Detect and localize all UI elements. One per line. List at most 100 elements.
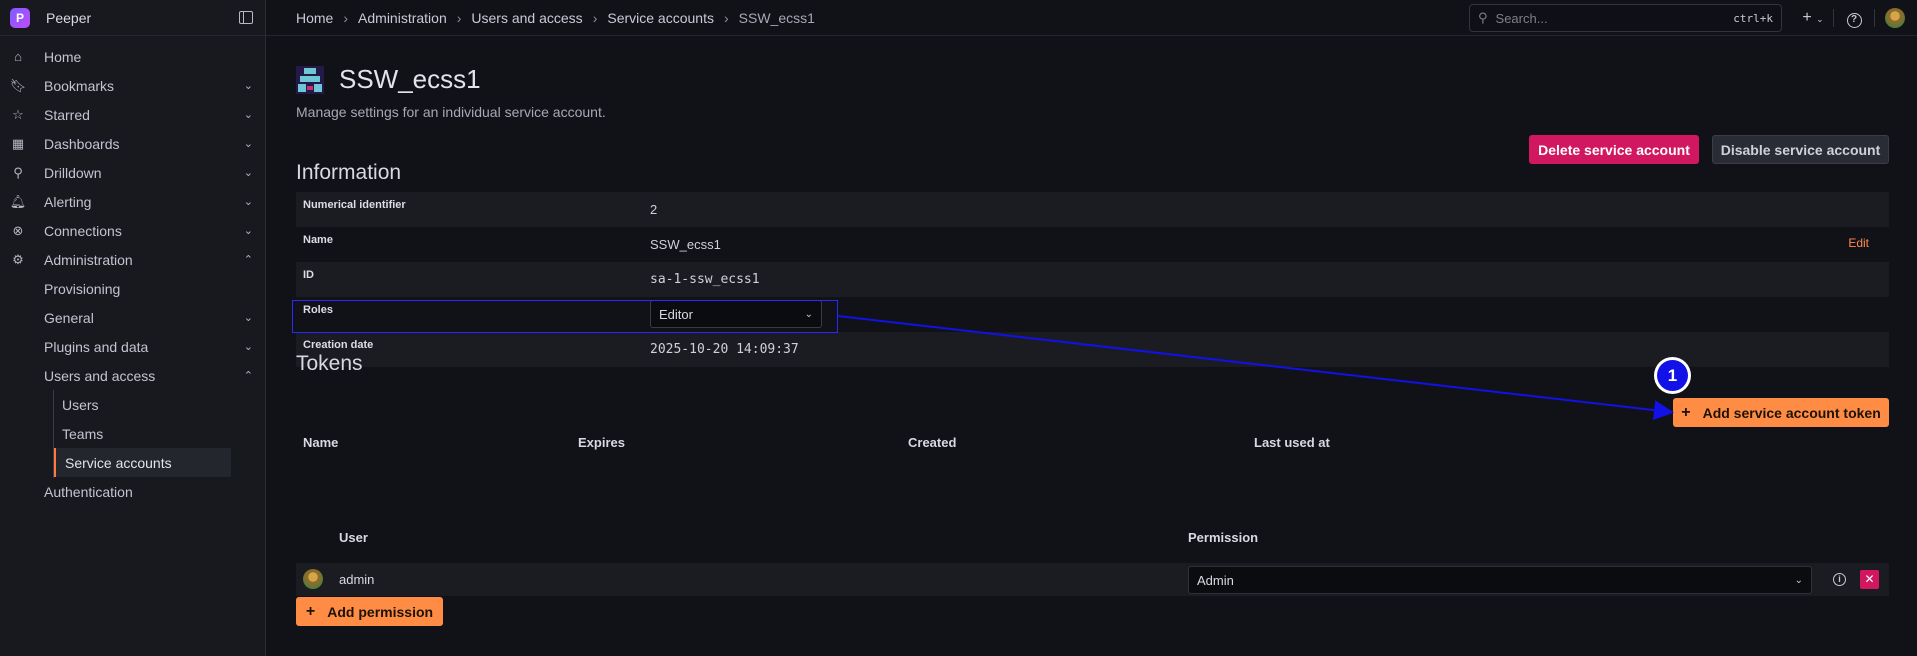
delete-service-account-button[interactable]: Delete service account	[1529, 135, 1699, 164]
info-label: ID	[303, 269, 314, 281]
service-account-avatar	[296, 65, 324, 94]
disable-service-account-button[interactable]: Disable service account	[1712, 135, 1889, 164]
tokens-heading: Tokens	[296, 352, 363, 375]
home-icon: ⌂	[14, 49, 22, 64]
info-value: sa-1-ssw_ecss1	[650, 272, 760, 287]
sidebar-item-home[interactable]: ⌂ Home	[0, 42, 265, 71]
sidebar-item-teams[interactable]: Teams	[0, 419, 265, 448]
info-value: 2	[650, 202, 658, 217]
sidebar-item-dashboards[interactable]: ▦ Dashboards ⌄	[0, 129, 265, 158]
sidebar-item-plugins-and-data[interactable]: Plugins and data ⌄	[0, 332, 265, 361]
chevron-down-icon[interactable]: ⌄	[244, 79, 253, 92]
sidebar-item-label: Alerting	[44, 193, 92, 210]
page-header: SSW_ecss1	[296, 64, 481, 95]
sidebar-item-label: Bookmarks	[44, 77, 115, 94]
sidebar-item-general[interactable]: General ⌄	[0, 303, 265, 332]
app-name: Peeper	[46, 9, 92, 26]
sidebar-item-users[interactable]: Users	[0, 390, 265, 419]
info-row-numerical-id: Numerical identifier 2	[296, 192, 1889, 227]
chevron-down-icon[interactable]: ⌄	[244, 311, 253, 324]
sidebar: P Peeper ⌂ Home 🔖︎ Bookmarks ⌄ ☆ Starred…	[0, 0, 266, 656]
chevron-up-icon[interactable]: ⌃	[244, 369, 253, 382]
breadcrumb-separator-icon: ›	[343, 9, 349, 26]
info-label: Name	[303, 234, 333, 246]
breadcrumb-users-and-access[interactable]: Users and access	[471, 10, 582, 26]
info-icon[interactable]: i	[1833, 573, 1846, 586]
column-header-last-used: Last used at	[1254, 435, 1330, 450]
sidebar-item-label: General	[44, 309, 94, 326]
sidebar-item-label: Service accounts	[65, 454, 172, 471]
add-permission-button[interactable]: + Add permission	[296, 597, 443, 626]
info-label: Creation date	[303, 339, 374, 351]
breadcrumb-administration[interactable]: Administration	[358, 10, 447, 26]
permission-select[interactable]: Admin ⌄	[1188, 566, 1812, 594]
add-service-account-token-button[interactable]: + Add service account token	[1673, 398, 1889, 427]
main-content: SSW_ecss1 Manage settings for an individ…	[266, 36, 1917, 656]
breadcrumb-separator-icon: ›	[723, 9, 729, 26]
column-header-permission: Permission	[1188, 530, 1259, 545]
dock-menu-icon[interactable]	[239, 11, 253, 24]
role-select[interactable]: Editor ⌄	[650, 300, 822, 328]
info-label: Roles	[303, 304, 333, 316]
user-avatar[interactable]	[1885, 8, 1905, 28]
info-label: Numerical identifier	[303, 199, 406, 211]
remove-permission-button[interactable]: ✕	[1860, 570, 1879, 589]
breadcrumb: Home › Administration › Users and access…	[296, 10, 815, 26]
sidebar-item-label: Teams	[62, 425, 104, 442]
sidebar-item-starred[interactable]: ☆ Starred ⌄	[0, 100, 265, 129]
sidebar-item-label: Administration	[44, 251, 133, 268]
sidebar-item-label: Provisioning	[44, 280, 121, 297]
sidebar-item-connections[interactable]: ⊗ Connections ⌄	[0, 216, 265, 245]
sidebar-item-authentication[interactable]: Authentication	[0, 477, 265, 506]
sidebar-item-label: Authentication	[44, 483, 133, 500]
add-token-label: Add service account token	[1702, 404, 1881, 421]
chevron-down-icon[interactable]: ⌄	[244, 166, 253, 179]
nav-menu: ⌂ Home 🔖︎ Bookmarks ⌄ ☆ Starred ⌄ ▦ Dash…	[0, 36, 265, 506]
help-button[interactable]: ?	[1834, 9, 1874, 28]
sidebar-item-label: Users and access	[44, 367, 156, 384]
column-header-name: Name	[303, 435, 339, 450]
breadcrumb-home[interactable]: Home	[296, 10, 333, 26]
edit-name-button[interactable]: Edit	[1848, 236, 1869, 250]
add-permission-label: Add permission	[327, 603, 434, 620]
table-row: admin Admin ⌄ i ✕	[296, 563, 1889, 596]
sidebar-item-label: Drilldown	[44, 164, 102, 181]
search-input[interactable]: ⚲ Search... ctrl+k	[1469, 4, 1782, 32]
chevron-down-icon: ⌄	[804, 308, 813, 320]
search-icon: ⚲	[1478, 10, 1488, 25]
sidebar-item-service-accounts[interactable]: Service accounts	[53, 448, 231, 477]
sidebar-item-alerting[interactable]: 🔔︎ Alerting ⌄	[0, 187, 265, 216]
sidebar-item-label: Connections	[44, 222, 122, 239]
sidebar-item-users-and-access[interactable]: Users and access ⌃	[0, 361, 265, 390]
chevron-down-icon[interactable]: ⌄	[244, 195, 253, 208]
chevron-down-icon[interactable]: ⌄	[244, 224, 253, 237]
info-row-roles: Roles Editor ⌄	[296, 297, 1889, 332]
annotation-step-badge: 1	[1654, 357, 1691, 394]
chevron-down-icon[interactable]: ⌄	[244, 108, 253, 121]
chevron-down-icon[interactable]: ⌄	[244, 137, 253, 150]
chevron-down-icon[interactable]: ⌄	[244, 340, 253, 353]
breadcrumb-separator-icon: ›	[456, 9, 462, 26]
sidebar-item-drilldown[interactable]: ⚲ Drilldown ⌄	[0, 158, 265, 187]
column-header-user: User	[339, 530, 368, 545]
role-select-value: Editor	[659, 306, 693, 322]
brand-bar: P Peeper	[0, 0, 265, 36]
column-header-created: Created	[908, 435, 957, 450]
plus-icon: +	[1681, 403, 1691, 421]
sidebar-item-label: Dashboards	[44, 135, 120, 152]
column-header-expires: Expires	[578, 435, 625, 450]
breadcrumb-current: SSW_ecss1	[738, 9, 815, 26]
sidebar-item-label: Home	[44, 48, 82, 65]
bookmark-icon: 🔖︎	[9, 77, 27, 93]
chevron-up-icon[interactable]: ⌃	[244, 253, 253, 266]
sidebar-item-administration[interactable]: ⚙ Administration ⌃	[0, 245, 265, 274]
information-table: Numerical identifier 2 Name SSW_ecss1 Ed…	[296, 192, 1889, 367]
sidebar-item-provisioning[interactable]: Provisioning	[0, 274, 265, 303]
info-value: SSW_ecss1	[650, 237, 721, 252]
breadcrumb-service-accounts[interactable]: Service accounts	[607, 10, 714, 26]
info-row-id: ID sa-1-ssw_ecss1	[296, 262, 1889, 297]
info-row-creation-date: Creation date 2025-10-20 14:09:37	[296, 332, 1889, 367]
new-menu-plus-icon[interactable]: + ⌄	[1793, 9, 1833, 27]
app-logo-icon[interactable]: P	[10, 7, 30, 28]
sidebar-item-bookmarks[interactable]: 🔖︎ Bookmarks ⌄	[0, 71, 265, 100]
